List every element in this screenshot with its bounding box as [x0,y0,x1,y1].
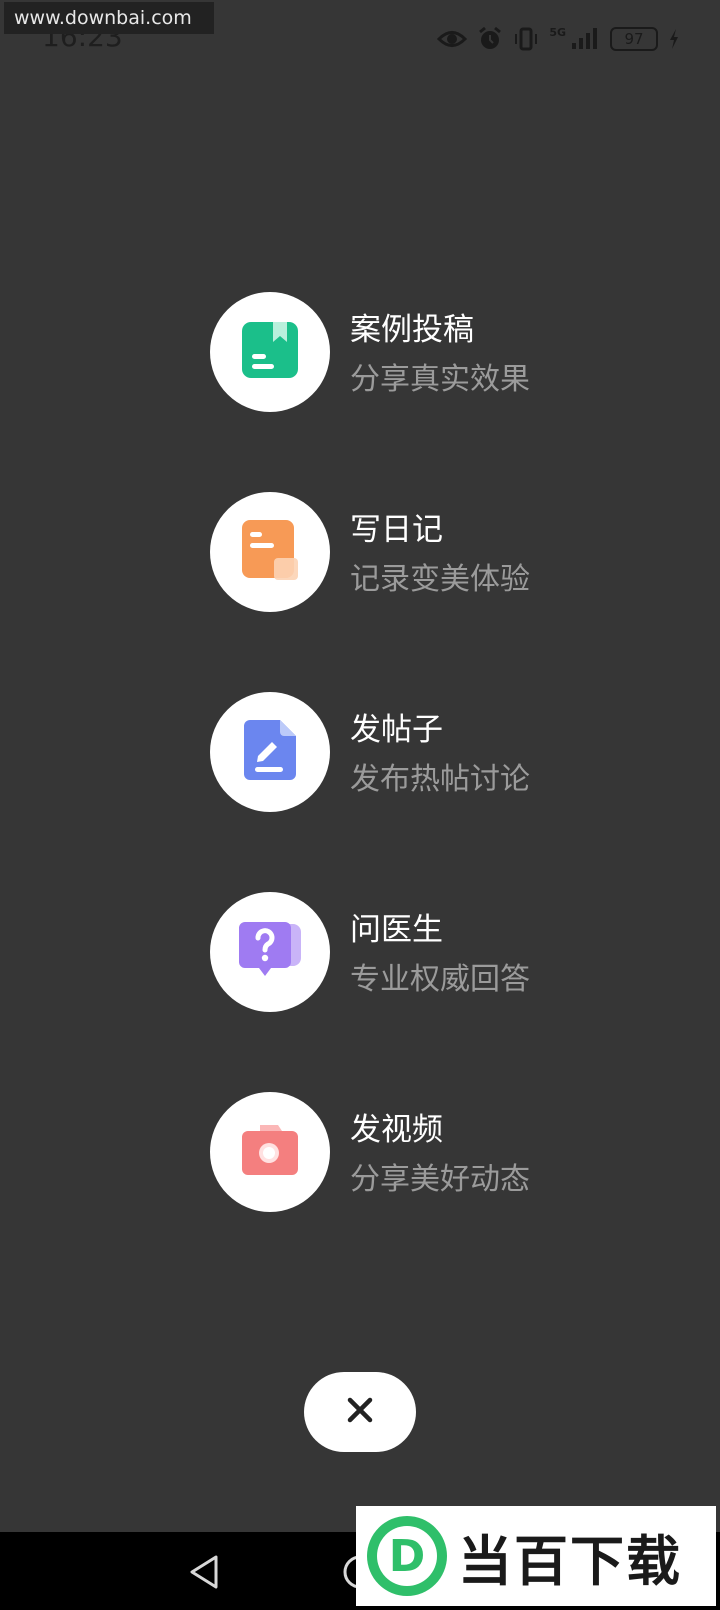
menu-item-diary[interactable]: 写日记 记录变美体验 [210,492,570,612]
menu-icon-circle [210,692,330,812]
close-icon [347,1397,373,1427]
signal-icon [570,27,600,51]
diary-icon [240,518,300,586]
alarm-icon [477,26,503,52]
menu-title: 问医生 [350,912,443,948]
menu-title: 发帖子 [350,712,443,748]
menu-subtitle: 发布热帖讨论 [350,762,530,797]
case-book-icon [240,320,300,384]
menu-subtitle: 分享美好动态 [350,1162,530,1197]
menu-item-post[interactable]: 发帖子 发布热帖讨论 [210,692,570,812]
watermark-logo-badge: D [364,1513,450,1599]
menu-title: 写日记 [350,512,443,548]
watermark-logo: D 当百下载 [356,1506,716,1606]
menu-icon-circle [210,1092,330,1212]
watermark-brand-text: 当百下载 [458,1529,682,1593]
watermark-logo-letter: D [389,1531,426,1582]
close-button[interactable] [304,1372,416,1452]
menu-item-case-submit[interactable]: 案例投稿 分享真实效果 [210,292,570,412]
menu-item-ask-doctor[interactable]: 问医生 专业权威回答 [210,892,570,1012]
menu-title: 案例投稿 [350,312,474,348]
menu-subtitle: 分享真实效果 [350,362,530,397]
watermark-url: www.downbai.com [4,2,214,34]
eye-icon [437,28,468,50]
menu-icon-circle [210,492,330,612]
menu-subtitle: 记录变美体验 [350,562,530,597]
menu-icon-circle [210,292,330,412]
status-icons: 5G 97 [437,26,680,52]
back-triangle-icon[interactable] [188,1554,222,1594]
battery-icon: 97 [610,27,658,51]
menu-subtitle: 专业权威回答 [350,962,530,997]
camera-icon [240,1123,300,1181]
network-label: 5G [549,26,566,39]
charging-icon [668,28,680,50]
question-bubble-icon [237,920,303,984]
menu-item-video[interactable]: 发视频 分享美好动态 [210,1092,570,1212]
menu-title: 发视频 [350,1112,443,1148]
post-edit-icon [242,718,298,786]
vibrate-icon [513,26,539,52]
menu-icon-circle [210,892,330,1012]
